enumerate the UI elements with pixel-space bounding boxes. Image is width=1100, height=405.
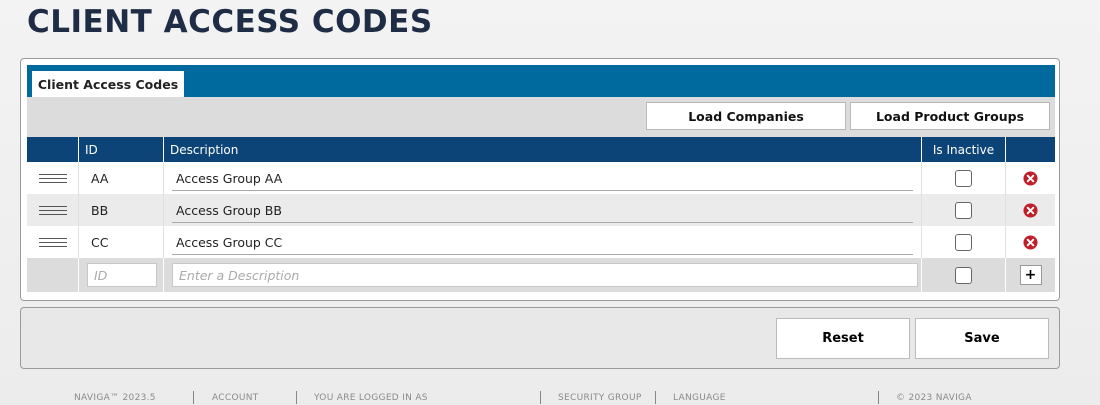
new-entry-row: + [27,258,1055,292]
row-description-text: Access Group CC [176,234,283,250]
row-id: AA [78,162,163,194]
footer-logged-in: YOU ARE LOGGED IN AS [314,393,428,403]
column-header-description[interactable]: Description [163,137,921,162]
row-delete-cell [1005,226,1055,258]
row-handle-cell[interactable] [27,162,78,194]
drag-handle-icon[interactable] [39,174,67,183]
delete-circle-x-icon[interactable] [1023,170,1038,186]
is-inactive-checkbox[interactable] [955,169,972,187]
save-button[interactable]: Save [915,318,1049,359]
column-header-actions [1005,137,1055,162]
description-underline [172,190,913,191]
load-product-groups-button[interactable]: Load Product Groups [850,102,1050,130]
is-inactive-checkbox[interactable] [955,233,972,251]
add-row-button[interactable]: + [1019,265,1042,285]
row-inactive-cell [921,162,1005,194]
client-access-codes-panel: Client Access Codes Load Companies Load … [20,58,1060,301]
footer-copyright: © 2023 NAVIGA [896,393,972,403]
tab-client-access-codes[interactable]: Client Access Codes [32,71,184,98]
new-add-cell: + [1005,258,1055,292]
table-row: AA Access Group AA [27,162,1055,194]
drag-handle-icon[interactable] [39,238,67,247]
new-inactive-cell [921,258,1005,292]
access-codes-grid: ID Description Is Inactive AA Access Gro… [27,137,1055,292]
table-row: BB Access Group BB [27,194,1055,226]
row-id: CC [78,226,163,258]
new-is-inactive-checkbox[interactable] [955,266,972,284]
footer-separator [878,391,879,404]
tab-strip: Client Access Codes [27,65,1055,98]
footer-security-group[interactable]: SECURITY GROUP [558,393,642,403]
row-description-text: Access Group BB [176,202,282,218]
description-underline [172,254,913,255]
footer-version: NAVIGA™ 2023.5 [74,393,156,403]
row-handle-cell[interactable] [27,194,78,226]
description-underline [172,222,913,223]
page-title: CLIENT ACCESS CODES [27,4,433,40]
is-inactive-checkbox[interactable] [955,201,972,219]
footer-account[interactable]: ACCOUNT [212,393,259,403]
footer-language[interactable]: LANGUAGE [673,393,726,403]
action-panel: Reset Save [20,307,1060,369]
row-handle-cell[interactable] [27,226,78,258]
row-inactive-cell [921,194,1005,226]
footer-separator [655,391,656,404]
table-row: CC Access Group CC [27,226,1055,258]
reset-button[interactable]: Reset [776,318,910,359]
footer-separator [540,391,541,404]
column-header-is-inactive[interactable]: Is Inactive [921,137,1005,162]
new-description-input[interactable] [172,263,918,287]
new-id-input[interactable] [87,263,157,287]
row-description-text: Access Group AA [176,170,283,186]
footer-separator [296,391,297,404]
new-id-cell [78,258,163,292]
delete-circle-x-icon[interactable] [1023,234,1038,250]
delete-circle-x-icon[interactable] [1023,202,1038,218]
footer: NAVIGA™ 2023.5 ACCOUNT YOU ARE LOGGED IN… [0,391,1100,405]
row-description[interactable]: Access Group AA [163,162,921,194]
grid-header: ID Description Is Inactive [27,137,1055,162]
row-description[interactable]: Access Group CC [163,226,921,258]
row-description[interactable]: Access Group BB [163,194,921,226]
new-row-spacer [27,258,78,292]
footer-separator [193,391,194,404]
grid-toolbar: Load Companies Load Product Groups [27,97,1055,137]
row-delete-cell [1005,194,1055,226]
column-header-id[interactable]: ID [78,137,163,162]
new-description-cell [163,258,921,292]
load-companies-button[interactable]: Load Companies [646,102,846,130]
drag-handle-icon[interactable] [39,206,67,215]
row-id: BB [78,194,163,226]
row-inactive-cell [921,226,1005,258]
row-delete-cell [1005,162,1055,194]
